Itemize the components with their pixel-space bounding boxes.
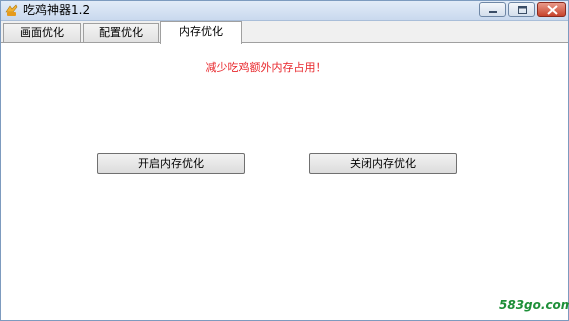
tab-memory-optimize[interactable]: 内存优化 — [160, 21, 242, 44]
window-title: 吃鸡神器1.2 — [23, 3, 91, 17]
enable-memory-optimize-button[interactable]: 开启内存优化 — [97, 153, 245, 174]
close-button[interactable] — [537, 2, 566, 17]
tab-config-optimize[interactable]: 配置优化 — [83, 23, 159, 42]
disable-memory-optimize-button[interactable]: 关闭内存优化 — [309, 153, 457, 174]
title-bar[interactable]: 吃鸡神器1.2 — [1, 1, 568, 21]
maximize-icon — [518, 6, 527, 14]
app-icon — [4, 3, 19, 18]
maximize-button[interactable] — [508, 2, 535, 17]
tab-content-memory: 减少吃鸡额外内存占用！ 开启内存优化 关闭内存优化 583go.com — [1, 43, 569, 320]
app-window: 吃鸡神器1.2 画面优化 配置优化 内存优化 减少吃鸡额外内存占用！ 开启内存优… — [0, 0, 569, 321]
memory-notice: 减少吃鸡额外内存占用！ — [205, 61, 327, 74]
tab-strip: 画面优化 配置优化 内存优化 — [1, 21, 568, 44]
minimize-button[interactable] — [479, 2, 506, 17]
minimize-icon — [489, 11, 497, 13]
close-icon — [547, 5, 558, 15]
tab-display-optimize[interactable]: 画面优化 — [3, 23, 81, 42]
site-watermark: 583go.com — [499, 298, 569, 312]
